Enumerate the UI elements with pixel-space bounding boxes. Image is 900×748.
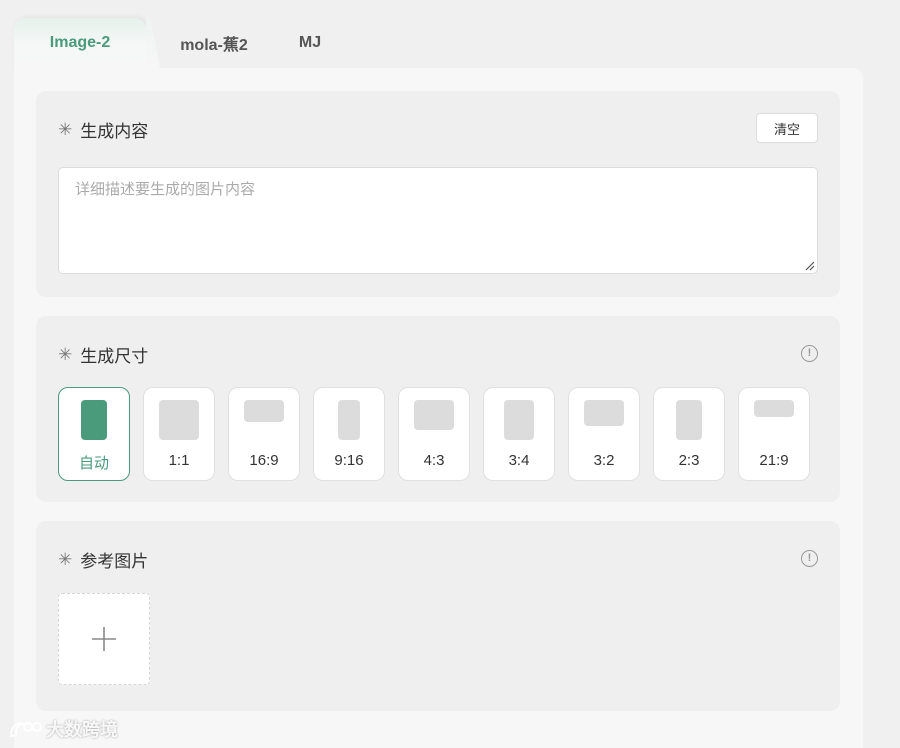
model-tabs: Image-2 mola-蕉2 MJ (14, 18, 874, 68)
ratio-option-3-4[interactable]: 3:4 (483, 387, 555, 481)
ratio-preview-shape (414, 400, 454, 430)
ratio-label: 3:2 (593, 452, 615, 469)
prompt-placeholder: 详细描述要生成的图片内容 (75, 181, 256, 198)
clear-button[interactable]: 清空 (756, 113, 818, 143)
ratio-preview-shape (338, 400, 360, 440)
ratio-label: 21:9 (759, 452, 789, 469)
ratio-preview-shape (504, 400, 534, 440)
ratio-preview-shape (584, 400, 624, 426)
ratio-option-16-9[interactable]: 16:9 (228, 387, 300, 481)
content-section-title: ✳ 生成内容 (58, 117, 148, 142)
ratio-option-21-9[interactable]: 21:9 (738, 387, 810, 481)
tab-image-2[interactable]: Image-2 (14, 18, 146, 68)
reference-section: ✳ 参考图片 ! (36, 521, 840, 711)
content-title-text: 生成内容 (80, 122, 149, 141)
ratio-option-9-16[interactable]: 9:16 (313, 387, 385, 481)
ratio-preview-shape (676, 400, 702, 440)
required-asterisk: ✳ (58, 119, 73, 140)
ratio-options: 自动 1:1 16:9 9:16 4:3 3:4 3:2 2:3 21:9 (58, 387, 810, 481)
ratio-preview-shape (244, 400, 284, 422)
ratio-label: 3:4 (508, 452, 530, 469)
ratio-preview-shape (81, 400, 107, 440)
ratio-option-1-1[interactable]: 1:1 (143, 387, 215, 481)
resize-grip-icon[interactable] (803, 259, 815, 271)
info-icon[interactable]: ! (801, 550, 818, 567)
prompt-textarea[interactable]: 详细描述要生成的图片内容 (58, 167, 818, 274)
ratio-label: 16:9 (249, 452, 279, 469)
upload-image-button[interactable] (58, 593, 150, 685)
ratio-label: 自动 (78, 455, 109, 472)
tab-mola-jiao2[interactable]: mola-蕉2 (158, 18, 270, 68)
logo-icon (10, 722, 42, 738)
content-section: ✳ 生成内容 清空 详细描述要生成的图片内容 (36, 91, 840, 297)
watermark: 大数跨境 (8, 716, 118, 742)
watermark-text: 大数跨境 (46, 720, 118, 740)
size-title-text: 生成尺寸 (80, 347, 149, 366)
required-asterisk: ✳ (58, 344, 73, 365)
ratio-option-4-3[interactable]: 4:3 (398, 387, 470, 481)
required-asterisk: ✳ (58, 549, 73, 570)
ratio-label: 2:3 (678, 452, 700, 469)
ratio-option-3-2[interactable]: 3:2 (568, 387, 640, 481)
ratio-option-auto[interactable]: 自动 (58, 387, 130, 481)
size-section: ✳ 生成尺寸 ! 自动 1:1 16:9 9:16 4:3 3:4 3:2 2:… (36, 316, 840, 502)
ratio-label: 9:16 (334, 452, 364, 469)
ratio-option-2-3[interactable]: 2:3 (653, 387, 725, 481)
ratio-label: 1:1 (168, 452, 190, 469)
generation-panel: ✳ 生成内容 清空 详细描述要生成的图片内容 ✳ 生成尺寸 ! 自动 1:1 1… (14, 68, 863, 748)
plus-icon (92, 627, 116, 651)
ratio-preview-shape (754, 400, 794, 417)
ratio-label: 4:3 (423, 452, 445, 469)
reference-section-title: ✳ 参考图片 (58, 547, 148, 572)
tab-mj[interactable]: MJ (284, 18, 336, 68)
reference-title-text: 参考图片 (80, 552, 149, 571)
size-section-title: ✳ 生成尺寸 (58, 342, 148, 367)
info-icon[interactable]: ! (801, 345, 818, 362)
ratio-preview-shape (159, 400, 199, 440)
